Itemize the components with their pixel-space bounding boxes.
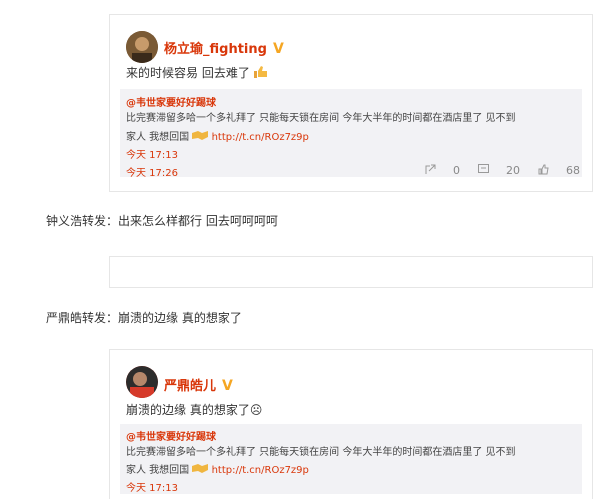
quote-text-line-2: 家人 我想回国 http://t.cn/ROz7z9p bbox=[126, 131, 309, 143]
username-label[interactable]: 杨立瑜_fighting bbox=[164, 42, 267, 57]
short-link[interactable]: http://t.cn/ROz7z9p bbox=[212, 132, 309, 143]
handshake-emoji bbox=[192, 464, 209, 473]
quote-author[interactable]: @韦世家要好好踢球 bbox=[126, 428, 216, 443]
thumbs-up-emoji bbox=[253, 66, 267, 78]
username[interactable]: 严鼎皓儿 V bbox=[164, 375, 233, 394]
post-text: 来的时候容易 回去难了 bbox=[126, 64, 268, 81]
post-text-content: 来的时候容易 回去难了 bbox=[126, 66, 250, 80]
repost-card-2: 严鼎皓儿 V 崩溃的边缘 真的想家了☹ @韦世家要好好踢球 比完赛滞留多哈一个多礼… bbox=[109, 349, 593, 499]
repost-card-1: 杨立瑜_fighting V 来的时候容易 回去难了 @韦世家要好好踢球 比完赛滞… bbox=[109, 14, 593, 192]
quote-author[interactable]: @韦世家要好好踢球 bbox=[126, 94, 216, 109]
forward-button[interactable]: 0 bbox=[425, 164, 460, 177]
quote-time[interactable]: 今天 17:13 bbox=[126, 146, 178, 161]
quoted-post: @韦世家要好好踢球 比完赛滞留多哈一个多礼拜了 只能每天锁在房间 今年大半年的时… bbox=[120, 424, 582, 494]
quote-text-line-2: 家人 我想回国 http://t.cn/ROz7z9p bbox=[126, 464, 309, 476]
short-link[interactable]: http://t.cn/ROz7z9p bbox=[212, 465, 309, 476]
verified-v-icon: V bbox=[222, 378, 233, 394]
avatar[interactable] bbox=[126, 31, 158, 63]
forward-icon bbox=[425, 164, 435, 174]
like-button[interactable]: 68 bbox=[538, 164, 580, 177]
quote-text-line-1: 比完赛滞留多哈一个多礼拜了 只能每天锁在房间 今年大半年的时间都在酒店里了 见不… bbox=[126, 447, 516, 458]
action-bar: 0 20 68 bbox=[411, 164, 580, 177]
forward-comment-1: 钟义浩转发：出来怎么样都行 回去呵呵呵呵 bbox=[46, 214, 278, 228]
verified-v-icon: V bbox=[272, 41, 284, 57]
quote-time[interactable]: 今天 17:13 bbox=[126, 479, 178, 494]
comment-button[interactable]: 20 bbox=[477, 164, 520, 177]
like-icon bbox=[538, 164, 549, 175]
post-text: 崩溃的边缘 真的想家了☹ bbox=[126, 403, 263, 417]
avatar[interactable] bbox=[126, 366, 158, 398]
empty-repost-card bbox=[109, 256, 593, 288]
username-label[interactable]: 严鼎皓儿 bbox=[164, 379, 216, 394]
quote-text-line-1: 比完赛滞留多哈一个多礼拜了 只能每天锁在房间 今年大半年的时间都在酒店里了 见不… bbox=[126, 113, 516, 124]
post-time[interactable]: 今天 17:26 bbox=[126, 164, 178, 179]
username[interactable]: 杨立瑜_fighting V bbox=[164, 38, 284, 57]
forward-comment-2: 严鼎皓转发：崩溃的边缘 真的想家了 bbox=[46, 311, 242, 325]
handshake-emoji bbox=[192, 131, 209, 140]
comment-icon bbox=[477, 164, 489, 173]
